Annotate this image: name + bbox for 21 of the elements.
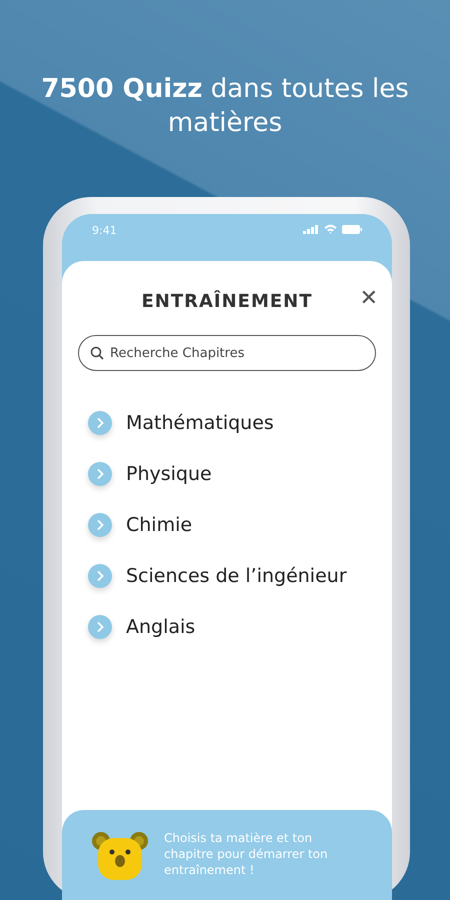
koala-drawing [92, 830, 148, 880]
chevron-icon [88, 615, 112, 639]
subject-item[interactable]: Mathématiques [88, 409, 392, 437]
chevron-icon [88, 564, 112, 588]
tip-text: Choisis ta matière et ton chapitre pour démarrer ton entraînement ! [164, 830, 329, 878]
subject-item[interactable]: Physique [88, 460, 392, 488]
search-icon [90, 346, 104, 360]
search-field[interactable]: Recherche Chapitres [78, 335, 376, 371]
signal-icon [303, 224, 319, 234]
subject-item[interactable]: Chimie [88, 511, 392, 539]
close-button[interactable]: ✕ [360, 286, 378, 312]
chevron-icon [88, 411, 112, 435]
wifi-icon [324, 224, 337, 234]
screen-title: ENTRAÎNEMENT [141, 289, 313, 314]
headline: 7500 Quizz dans toutes les matières [40, 73, 410, 140]
status-time: 9:41 [92, 224, 117, 237]
subject-item[interactable]: Anglais [88, 613, 392, 641]
battery-icon [342, 224, 362, 234]
chevron-icon [88, 462, 112, 486]
chevron-icon [88, 513, 112, 537]
subject-item[interactable]: Sciences de l’ingénieur [88, 562, 392, 590]
